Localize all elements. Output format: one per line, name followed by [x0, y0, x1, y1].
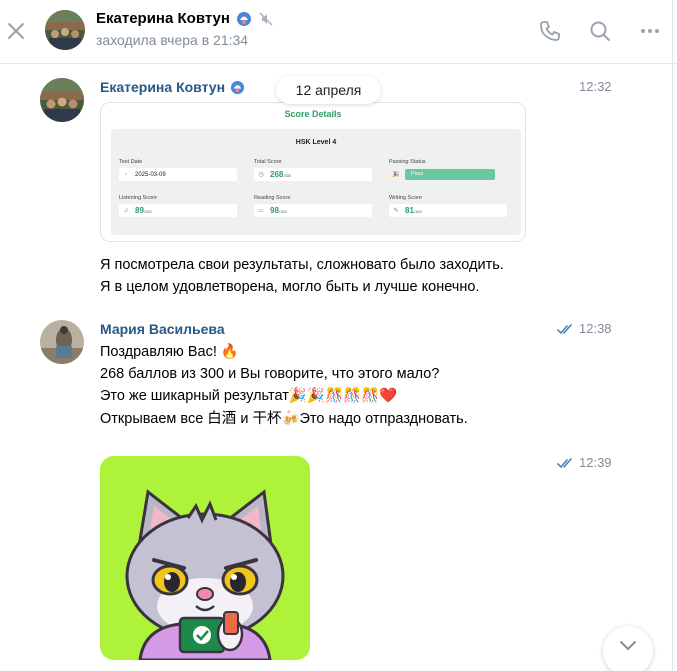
cat-sticker[interactable]	[100, 456, 310, 660]
read-checkmarks-icon	[557, 323, 572, 334]
test-date-field: Test Date ▫ 2025-03-09	[119, 159, 237, 181]
scroll-down-button[interactable]	[603, 626, 653, 671]
score-details-image[interactable]: Score Details HSK Level 4 Test Date ▫ 202…	[100, 102, 526, 242]
passing-status-field: Passing Status 🎉 Pass	[389, 159, 513, 181]
message-text: Я посмотрела свои результаты, сложновато…	[100, 257, 504, 273]
premium-badge-icon	[236, 11, 251, 26]
phone-icon	[540, 21, 560, 41]
score-card-body: HSK Level 4 Test Date ▫ 2025-03-09 Total …	[111, 129, 521, 235]
search-icon	[590, 21, 610, 41]
avatar[interactable]	[40, 320, 84, 364]
contact-status: заходила вчера в 21:34	[96, 32, 249, 48]
message-text: 268 баллов из 300 и Вы говорите, что это…	[100, 366, 440, 382]
contact-avatar[interactable]	[45, 10, 85, 50]
message-author[interactable]: Мария Васильева	[100, 321, 225, 337]
header-actions	[535, 16, 665, 46]
chat-header: Екатерина Ковтун заходила вчера в 21:34	[0, 0, 677, 64]
total-score-field: Total Score ◷ 268/300	[254, 159, 372, 181]
scrollbar-track[interactable]	[672, 0, 673, 671]
avatar[interactable]	[40, 78, 84, 122]
close-icon	[8, 23, 24, 39]
muted-icon	[259, 11, 273, 26]
chevron-down-icon	[620, 641, 636, 651]
read-checkmarks-icon	[557, 457, 572, 468]
message-time: 12:38	[557, 321, 612, 336]
clock-icon: ◷	[258, 172, 264, 178]
message-text: Это же шикарный результат🎉🎉🎊🎊🎊❤️	[100, 388, 398, 404]
calendar-icon: ▫	[124, 171, 128, 178]
message-time: 12:32	[579, 79, 612, 94]
writing-score-field: Writing Score ✎ 81/100	[389, 195, 507, 217]
message-text: Открываем все 白酒 и 干杯🍻Это надо отпраздно…	[100, 411, 468, 427]
date-separator: 12 апреля	[276, 76, 381, 104]
book-icon: ▭	[258, 208, 264, 214]
contact-name[interactable]: Екатерина Ковтун	[96, 10, 274, 27]
premium-badge-icon	[230, 80, 245, 94]
reading-score-field: Reading Score ▭ 98/100	[254, 195, 372, 217]
score-card-title: Score Details	[284, 109, 342, 119]
more-button[interactable]	[635, 16, 665, 46]
message-text: Поздравляю Вас! 🔥	[100, 344, 239, 360]
close-button[interactable]	[5, 20, 27, 42]
pen-icon: ✎	[393, 208, 399, 214]
call-button[interactable]	[535, 16, 565, 46]
headphones-icon: ♫	[123, 207, 129, 214]
message-time: 12:39	[557, 455, 612, 470]
party-icon: 🎉	[392, 172, 400, 178]
listening-score-field: Listening Score ♫ 89/100	[119, 195, 237, 217]
message-author[interactable]: Екатерина Ковтун	[100, 79, 245, 95]
score-level: HSK Level 4	[295, 139, 337, 146]
search-button[interactable]	[585, 16, 615, 46]
message-text: Я в целом удовлетворена, могло быть и лу…	[100, 279, 480, 295]
more-icon	[641, 29, 659, 33]
